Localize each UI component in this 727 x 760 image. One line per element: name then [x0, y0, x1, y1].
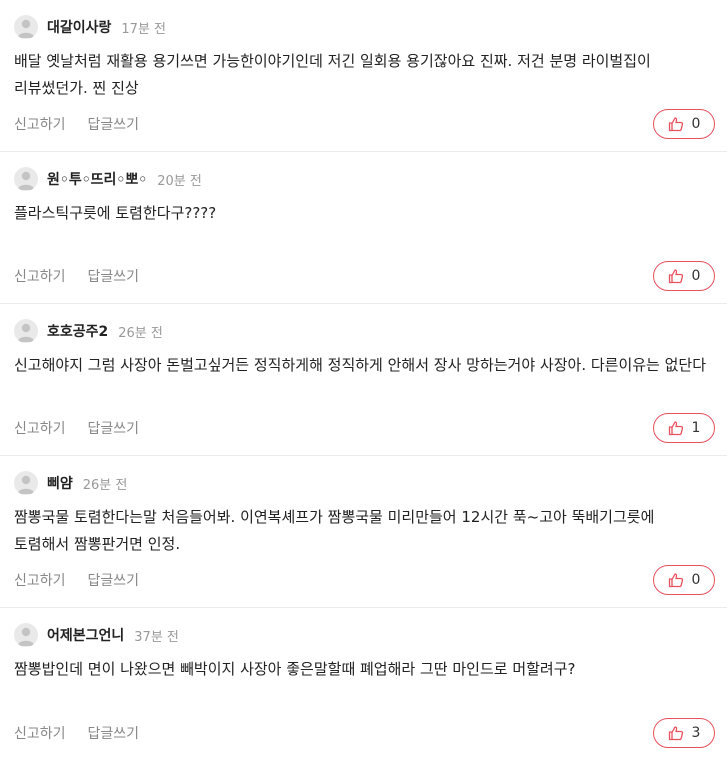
report-button[interactable]: 신고하기: [14, 570, 66, 590]
comment-meta: 어제본그언니 37분 전: [14, 622, 715, 648]
comment-text: 신고해야지 그럼 사장아 돈벌고싶거든 정직하게해 정직하게 안해서 장사 망하…: [14, 356, 707, 374]
comment-time: 20분 전: [157, 173, 202, 189]
reply-button[interactable]: 답글쓰기: [88, 266, 140, 286]
comment-actions: 신고하기 답글쓰기 3: [14, 718, 715, 748]
comment-meta: 삐얌 26분 전: [14, 470, 715, 496]
reply-button[interactable]: 답글쓰기: [88, 723, 140, 743]
comment-actions: 신고하기 답글쓰기 0: [14, 109, 715, 139]
comment-nickname[interactable]: 어제본그언니: [47, 625, 124, 645]
report-button[interactable]: 신고하기: [14, 418, 66, 438]
comment-time: 17분 전: [121, 21, 167, 37]
like-button[interactable]: 0: [653, 261, 715, 291]
comment-meta: 호호공주2 26분 전: [14, 318, 715, 344]
comment-list: 대갈이사랑 17분 전 배달 옛날처럼 재활용 용기쓰면 가능한이야기인데 저긴…: [0, 0, 727, 760]
comment-time: 26분 전: [82, 477, 128, 493]
comment-nickname[interactable]: 원◦투◦뜨리◦뽀◦: [47, 169, 147, 189]
comment-time: 26분 전: [118, 325, 163, 341]
user-avatar-icon[interactable]: [14, 167, 38, 191]
comment-nickname[interactable]: 삐얌: [47, 473, 73, 493]
thumbs-up-icon: [668, 726, 683, 741]
like-count: 0: [691, 116, 701, 132]
comment-meta: 원◦투◦뜨리◦뽀◦ 20분 전: [14, 166, 715, 192]
like-button[interactable]: 1: [653, 413, 715, 443]
reply-button[interactable]: 답글쓰기: [88, 570, 140, 590]
comment-nickname[interactable]: 대갈이사랑: [47, 17, 111, 37]
comment-actions: 신고하기 답글쓰기 0: [14, 261, 715, 291]
comment-item: 어제본그언니 37분 전 짬뽕밥인데 면이 나왔으면 빼박이지 사장아 좋은말할…: [0, 608, 727, 760]
comment-text: 플라스틱구릇에 토렴한다구????: [14, 204, 217, 222]
report-button[interactable]: 신고하기: [14, 114, 66, 134]
report-button[interactable]: 신고하기: [14, 723, 66, 743]
comment-item: 원◦투◦뜨리◦뽀◦ 20분 전 플라스틱구릇에 토렴한다구???? 신고하기 답…: [0, 152, 727, 304]
comment-item: 대갈이사랑 17분 전 배달 옛날처럼 재활용 용기쓰면 가능한이야기인데 저긴…: [0, 0, 727, 152]
user-avatar-icon[interactable]: [14, 15, 38, 39]
thumbs-up-icon: [668, 421, 683, 436]
reply-button[interactable]: 답글쓰기: [88, 418, 140, 438]
comment-text: 배달 옛날처럼 재활용 용기쓰면 가능한이야기인데 저긴 일회용 용기잖아요 진…: [14, 52, 651, 97]
thumbs-up-icon: [668, 117, 683, 132]
comment-actions: 신고하기 답글쓰기 0: [14, 565, 715, 595]
comment-text: 짬뽕국물 토렴한다는말 처음들어봐. 이연복셰프가 짬뽕국물 미리만들어 12시…: [14, 508, 655, 553]
user-avatar-icon[interactable]: [14, 319, 38, 343]
thumbs-up-icon: [668, 269, 683, 284]
comment-text: 짬뽕밥인데 면이 나왔으면 빼박이지 사장아 좋은말할때 폐업해라 그딴 마인드…: [14, 660, 576, 678]
comment-meta: 대갈이사랑 17분 전: [14, 14, 715, 40]
like-count: 0: [691, 572, 701, 588]
comment-item: 호호공주2 26분 전 신고해야지 그럼 사장아 돈벌고싶거든 정직하게해 정직…: [0, 304, 727, 456]
like-count: 1: [691, 420, 701, 436]
comment-time: 37분 전: [134, 629, 179, 645]
like-count: 0: [691, 268, 701, 284]
comment-item: 삐얌 26분 전 짬뽕국물 토렴한다는말 처음들어봐. 이연복셰프가 짬뽕국물 …: [0, 456, 727, 608]
like-button[interactable]: 0: [653, 565, 715, 595]
comment-actions: 신고하기 답글쓰기 1: [14, 413, 715, 443]
like-button[interactable]: 3: [653, 718, 715, 748]
like-count: 3: [691, 725, 701, 741]
user-avatar-icon[interactable]: [14, 623, 38, 647]
user-avatar-icon[interactable]: [14, 471, 38, 495]
thumbs-up-icon: [668, 573, 683, 588]
like-button[interactable]: 0: [653, 109, 715, 139]
comment-nickname[interactable]: 호호공주2: [47, 321, 108, 341]
report-button[interactable]: 신고하기: [14, 266, 66, 286]
reply-button[interactable]: 답글쓰기: [88, 114, 140, 134]
